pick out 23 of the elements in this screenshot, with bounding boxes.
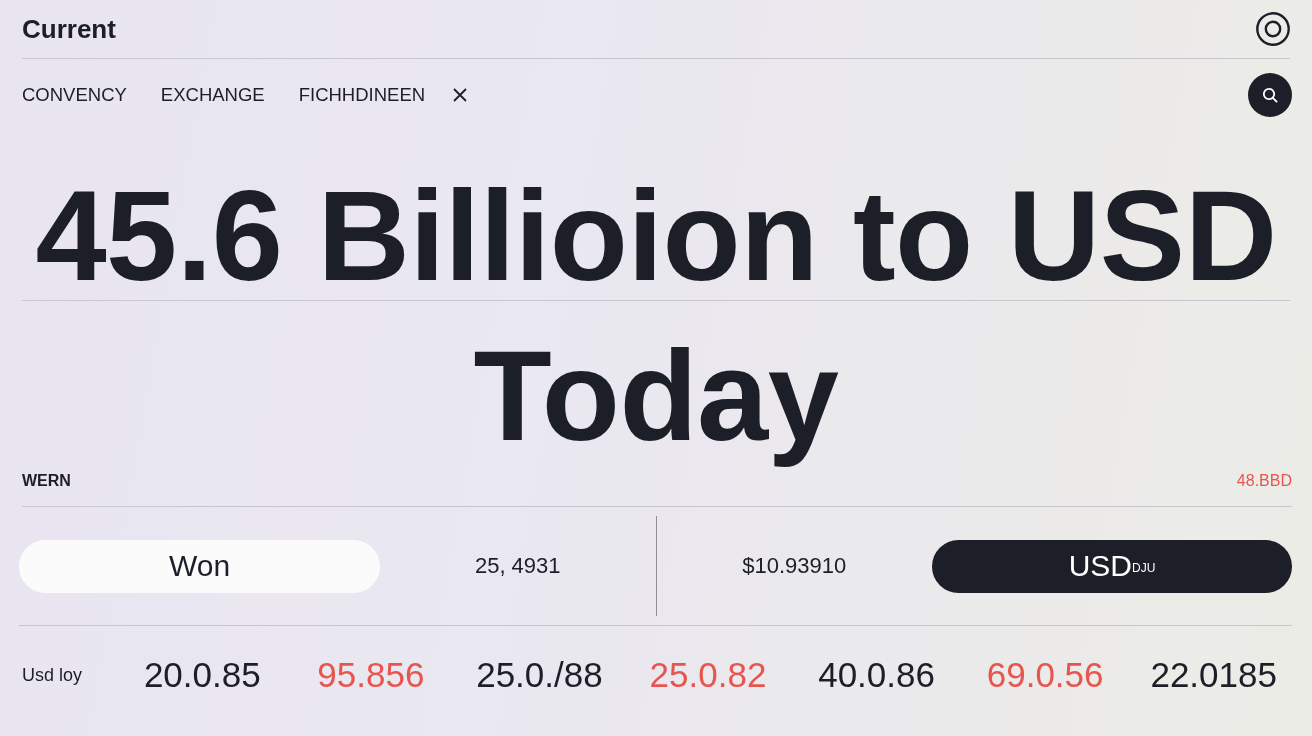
page-title: Current (22, 13, 116, 45)
search-icon (1262, 86, 1278, 103)
headline: 45.6 Billioion to USD (35, 172, 1277, 300)
rate-value: 25.0./88 (476, 655, 603, 695)
rate-value: 95.856 (317, 655, 425, 695)
amount-value: $10.93910 (742, 552, 847, 580)
summary-label: WERN (22, 471, 71, 491)
rate-value: 20.0.85 (143, 655, 261, 695)
rates-label: Usd loy (22, 664, 84, 686)
rate-value: 25.0.82 (649, 655, 767, 695)
nav-link[interactable]: FICHHDINEEN (298, 82, 426, 107)
search-button[interactable] (1248, 72, 1292, 117)
currency-selector[interactable]: Won (19, 539, 380, 593)
rate-value: 40.0.86 (818, 655, 935, 695)
close-icon[interactable] (453, 87, 468, 102)
rate-value: 69.0.56 (986, 655, 1104, 695)
summary-value: 48.BBD (1236, 471, 1292, 491)
amount-value: 25, 4931 (474, 552, 561, 580)
headline: Today (473, 323, 839, 469)
nav-link[interactable]: CONVENCY (22, 82, 127, 107)
concentric-circles-icon[interactable] (1256, 12, 1290, 46)
nav-link[interactable]: EXCHANGE (160, 82, 265, 107)
rate-value: 22.0185 (1150, 655, 1277, 695)
